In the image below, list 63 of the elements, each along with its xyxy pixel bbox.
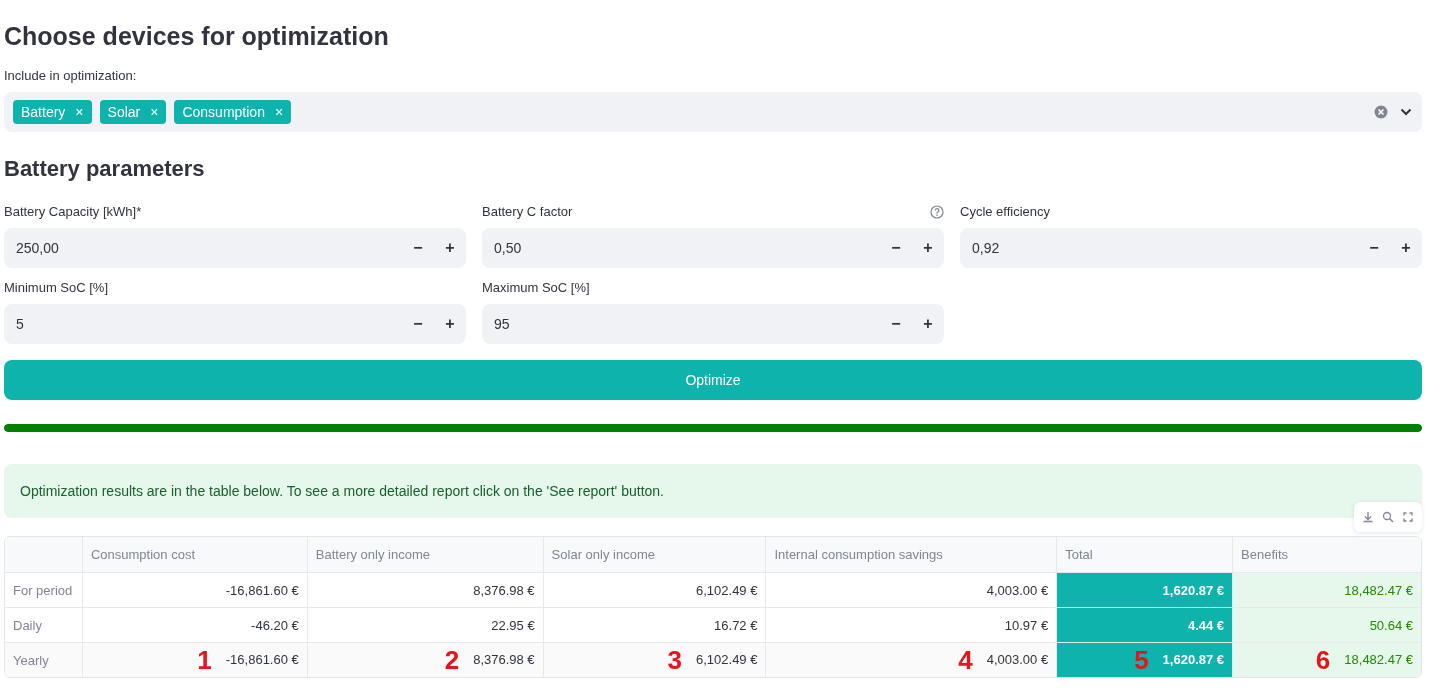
- page-title: Choose devices for optimization: [4, 21, 390, 52]
- row-header: Yearly: [13, 652, 49, 668]
- table-cell: 18,482.47 €: [1344, 651, 1413, 667]
- number-input[interactable]: 0,92 − +: [960, 228, 1422, 268]
- column-header: Battery only income: [307, 537, 544, 573]
- annotation-number: 5: [1134, 644, 1149, 675]
- decrement-button[interactable]: −: [1358, 228, 1390, 268]
- table-cell: 1,620.87 €: [1162, 582, 1225, 598]
- number-input[interactable]: 95 − +: [482, 304, 944, 344]
- field-label: Include in optimization:: [4, 68, 137, 84]
- field-label: Battery Capacity [kWh]*: [4, 204, 142, 220]
- table-cell: 22.95 €: [491, 617, 535, 633]
- annotation-number: 4: [958, 644, 973, 675]
- column-header: Consumption cost: [82, 537, 308, 573]
- table-cell: 8,376.98 €: [473, 651, 535, 667]
- number-input[interactable]: 5 − +: [4, 304, 466, 344]
- field-label: Minimum SoC [%]: [4, 280, 109, 296]
- decrement-button[interactable]: −: [402, 304, 434, 344]
- table-cell: 6,102.49 €: [696, 651, 758, 667]
- decrement-button[interactable]: −: [880, 228, 912, 268]
- field-label: Maximum SoC [%]: [482, 280, 590, 296]
- chevron-down-icon[interactable]: [1400, 108, 1412, 116]
- increment-button[interactable]: +: [912, 228, 944, 268]
- number-input[interactable]: 250,00 − +: [4, 228, 466, 268]
- clear-icon[interactable]: [1374, 105, 1388, 119]
- column-header: Benefits: [1233, 537, 1421, 573]
- increment-button[interactable]: +: [1390, 228, 1422, 268]
- row-header: For period: [13, 582, 73, 598]
- table-cell: -46.20 €: [251, 617, 299, 633]
- column-header: Total: [1057, 537, 1234, 573]
- table-cell: 6,102.49 €: [696, 582, 758, 598]
- increment-button[interactable]: +: [434, 228, 466, 268]
- help-icon[interactable]: [930, 205, 944, 219]
- annotation-number: 6: [1315, 644, 1331, 675]
- number-input[interactable]: 0,50 − +: [482, 228, 944, 268]
- table-cell: 10.97 €: [1004, 617, 1049, 633]
- table-cell: 18,482.47 €: [1344, 582, 1413, 598]
- increment-button[interactable]: +: [434, 304, 466, 344]
- annotation-number: 1: [197, 644, 212, 675]
- search-icon[interactable]: [1382, 511, 1394, 523]
- success-message: Optimization results are in the table below. To see a more detailed report click on the 'See report' button.: [4, 464, 1422, 518]
- table-cell: 16.72 €: [714, 617, 758, 633]
- download-icon[interactable]: [1362, 511, 1374, 523]
- table-cell: 50.64 €: [1369, 617, 1413, 633]
- row-header: Daily: [13, 617, 42, 633]
- section-title: Battery parameters: [4, 155, 206, 183]
- table-cell: 4,003.00 €: [986, 651, 1049, 667]
- annotation-number: 3: [667, 644, 682, 675]
- table-cell: 4.44 €: [1187, 617, 1225, 633]
- field-label: Battery C factor: [482, 204, 573, 220]
- table-cell: -16,861.60 €: [225, 651, 299, 667]
- table-cell: 4,003.00 €: [986, 582, 1049, 598]
- decrement-button[interactable]: −: [880, 304, 912, 344]
- annotation-number: 2: [444, 644, 460, 675]
- column-header: Internal consumption savings: [766, 537, 1058, 573]
- column-header: Solar only income: [543, 537, 767, 573]
- table-cell: -16,861.60 €: [225, 582, 299, 598]
- field-label: Cycle efficiency: [960, 204, 1051, 220]
- fullscreen-icon[interactable]: [1402, 511, 1414, 523]
- table-cell: 1,620.87 €: [1162, 651, 1225, 667]
- table-cell: 8,376.98 €: [473, 582, 535, 598]
- decrement-button[interactable]: −: [402, 228, 434, 268]
- increment-button[interactable]: +: [912, 304, 944, 344]
